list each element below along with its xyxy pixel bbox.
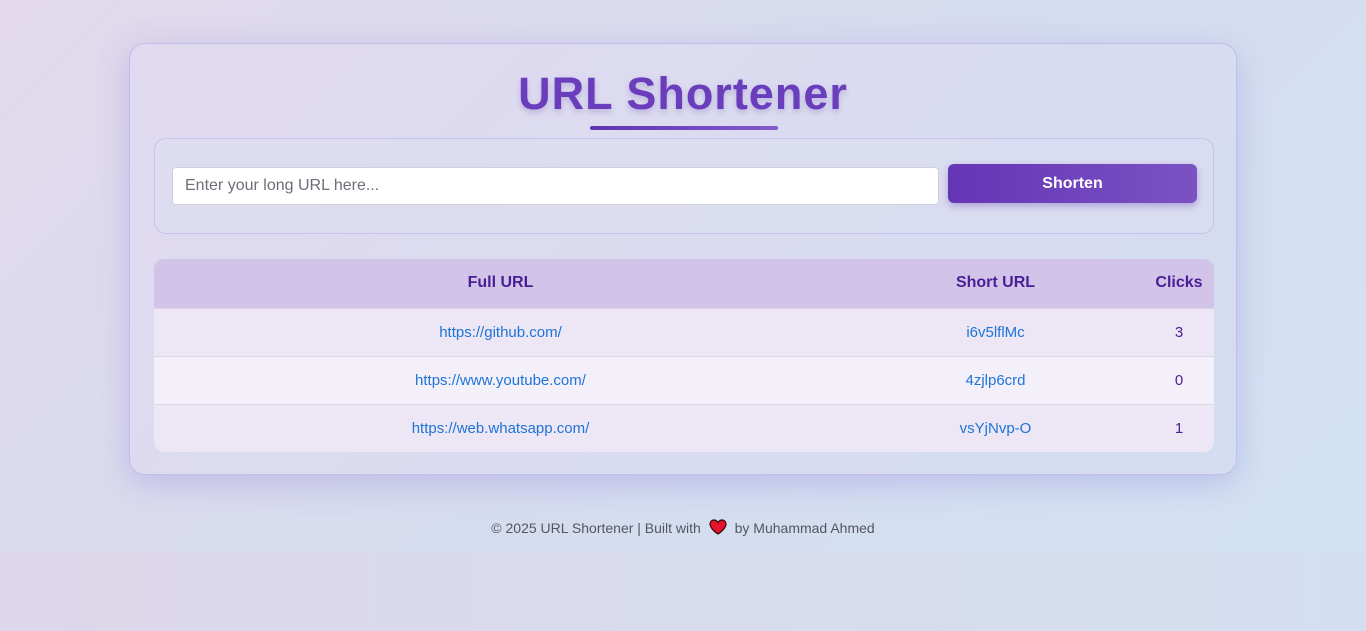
short-url-cell: vsYjNvp-O	[847, 404, 1144, 452]
full-url-cell: https://github.com/	[154, 308, 847, 356]
page-footer: © 2025 URL Shortener | Built with by Muh…	[0, 519, 1366, 538]
footer-prefix: © 2025 URL Shortener | Built with	[491, 520, 701, 536]
urls-table: Full URL Short URL Clicks https://github…	[154, 259, 1214, 452]
clicks-count: 0	[1174, 371, 1184, 389]
full-url-link[interactable]: https://github.com/	[439, 324, 562, 341]
short-url-cell: i6v5lflMc	[847, 308, 1144, 356]
heart-icon	[709, 519, 727, 538]
clicks-count: 3	[1174, 323, 1184, 341]
short-url-link[interactable]: vsYjNvp-O	[960, 420, 1032, 437]
table-row: https://www.youtube.com/ 4zjlp6crd 0	[154, 356, 1214, 404]
page-title: URL Shortener	[518, 68, 848, 119]
full-url-link[interactable]: https://web.whatsapp.com/	[412, 420, 590, 437]
column-header-full-url: Full URL	[467, 274, 534, 292]
table-row: https://github.com/ i6v5lflMc 3	[154, 308, 1214, 356]
column-header-clicks: Clicks	[1155, 274, 1203, 292]
full-url-link[interactable]: https://www.youtube.com/	[415, 372, 586, 389]
column-header-short-url: Short URL	[955, 274, 1036, 292]
shorten-form: Shorten	[154, 138, 1214, 234]
short-url-link[interactable]: 4zjlp6crd	[965, 372, 1025, 389]
short-url-cell: 4zjlp6crd	[847, 356, 1144, 404]
shortener-card: URL Shortener Shorten Full URL Short URL…	[129, 43, 1237, 475]
table-row: https://web.whatsapp.com/ vsYjNvp-O 1	[154, 404, 1214, 452]
full-url-cell: https://web.whatsapp.com/	[154, 404, 847, 452]
shorten-button[interactable]: Shorten	[948, 164, 1197, 203]
footer-suffix: by Muhammad Ahmed	[734, 520, 875, 536]
page-bottom-band	[0, 552, 1366, 631]
full-url-cell: https://www.youtube.com/	[154, 356, 847, 404]
short-url-link[interactable]: i6v5lflMc	[966, 324, 1024, 341]
clicks-count: 1	[1174, 419, 1184, 437]
table-header-row: Full URL Short URL Clicks	[154, 259, 1214, 308]
url-input[interactable]	[172, 167, 939, 205]
title-underline	[590, 126, 778, 130]
